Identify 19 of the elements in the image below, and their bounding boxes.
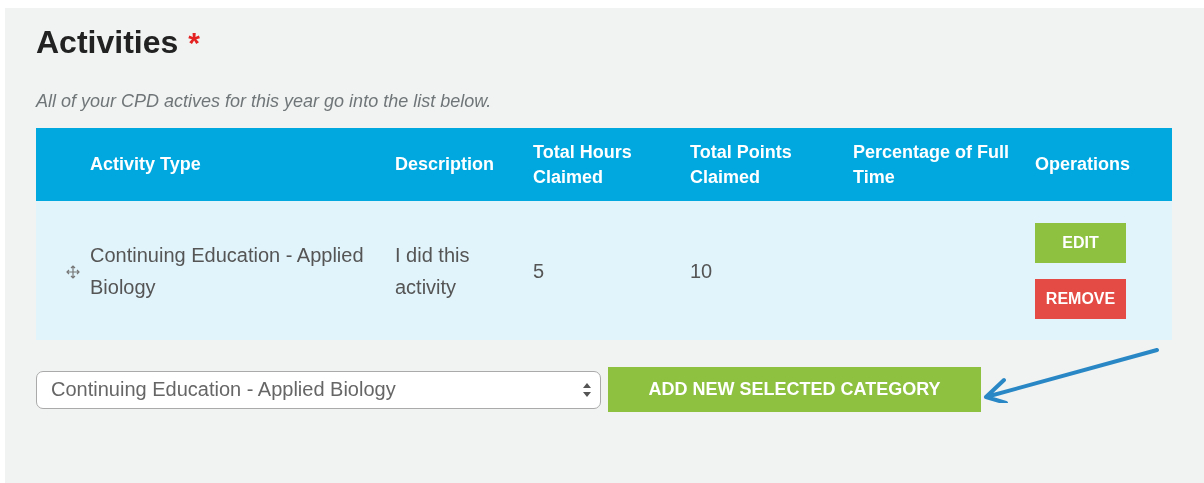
- edit-button[interactable]: EDIT: [1035, 222, 1126, 263]
- column-header: Activity Type: [90, 154, 201, 175]
- remove-button[interactable]: REMOVE: [1035, 278, 1126, 319]
- required-marker: *: [188, 26, 200, 60]
- column-header: Total Points Claimed: [690, 142, 792, 187]
- category-select[interactable]: Continuing Education - Applied Biology: [36, 370, 601, 409]
- table-cell: I did this activity: [395, 243, 470, 298]
- column-header: Description: [395, 154, 495, 175]
- column-header: Operations: [1035, 154, 1131, 175]
- section-description: All of your CPD actives for this year go into the list below.: [36, 91, 493, 112]
- column-header: Total Hours Claimed: [533, 142, 632, 187]
- add-category-button[interactable]: ADD NEW SELECTED CATEGORY: [608, 367, 981, 412]
- section-title: Activities: [36, 24, 179, 61]
- table-cell: Continuing Education - Applied Biology: [90, 243, 364, 298]
- drag-handle-icon[interactable]: [66, 265, 80, 280]
- column-header: Percentage of Full Time: [853, 142, 1010, 187]
- up-down-arrows-icon: [582, 381, 592, 398]
- table-cell: 10: [690, 259, 713, 282]
- table-cell: 5: [533, 259, 545, 282]
